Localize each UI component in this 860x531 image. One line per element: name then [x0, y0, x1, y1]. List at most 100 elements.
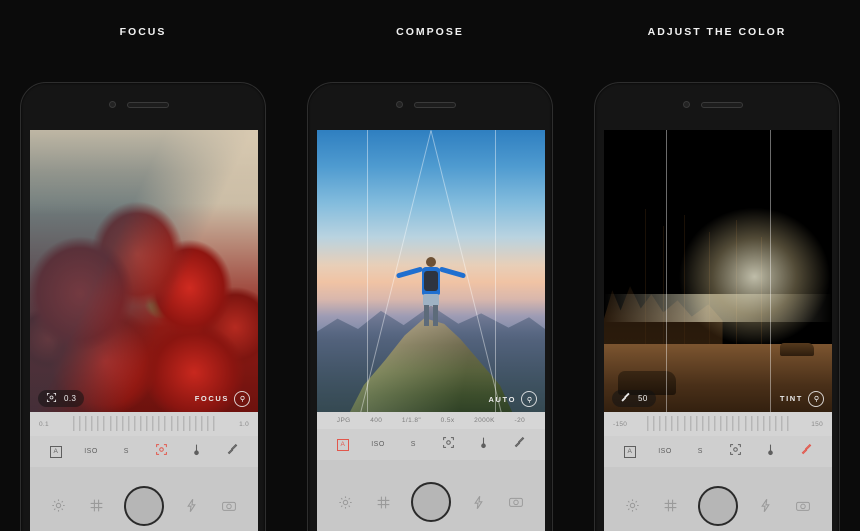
tool-white-balance[interactable] [474, 436, 494, 454]
panel-caption: ADJUST THE COLOR [647, 26, 787, 38]
front-camera-icon [683, 101, 690, 108]
settings-gear-icon[interactable] [623, 496, 643, 516]
tint-value: 50 [638, 394, 648, 403]
phone-screen: AUTO JPG 400 1/1.8" 0.5x 2000K -20 A ISO… [317, 130, 545, 531]
hud-mode-label: AUTO [488, 394, 516, 404]
eyedropper-icon [620, 390, 631, 408]
auto-mode-icon: A [49, 445, 62, 458]
slider-max-label: 1.0 [239, 420, 249, 428]
slider-ticks [73, 416, 215, 432]
shutter-button[interactable] [697, 485, 738, 526]
tool-tint[interactable] [222, 443, 242, 461]
panel-caption: COMPOSE [396, 26, 464, 38]
tool-iso[interactable]: ISO [368, 436, 388, 454]
panel-compose: COMPOSE AUTO JPG 400 1/1.8" 0.5x 2000K -… [287, 0, 573, 531]
phone-mockup: 0.3 FOCUS 0.1 1.0 A ISO S [20, 82, 266, 531]
camera-flip-icon[interactable] [506, 492, 526, 512]
tool-shutter-speed[interactable]: S [403, 436, 423, 454]
camera-flip-icon[interactable] [793, 496, 813, 516]
shutter-button[interactable] [410, 482, 451, 522]
hud-mode-group[interactable]: TINT [780, 390, 824, 407]
hud-badge-icon[interactable] [521, 391, 537, 407]
tool-shutter-speed[interactable]: S [690, 443, 710, 461]
bottom-bar [30, 467, 258, 531]
status-shutter: 1/1.8" [401, 417, 422, 424]
tool-focus[interactable] [152, 443, 172, 461]
hud-mode-group[interactable]: FOCUS [195, 390, 250, 407]
grid-icon[interactable] [86, 496, 106, 516]
viewfinder[interactable]: 0.3 FOCUS [30, 130, 258, 412]
tool-row: A ISO S [317, 429, 545, 460]
photo-strawberries-in-hands [30, 130, 258, 412]
status-zoom: 0.5x [440, 417, 455, 424]
settings-gear-icon[interactable] [49, 496, 69, 516]
viewfinder[interactable]: 50 TINT [604, 130, 832, 412]
hud-badge-icon[interactable] [234, 390, 250, 407]
status-tint: -20 [514, 417, 526, 424]
phone-screen: 0.3 FOCUS 0.1 1.0 A ISO S [30, 130, 258, 531]
shutter-button[interactable] [123, 485, 164, 526]
tool-white-balance[interactable] [761, 443, 781, 461]
tool-tint[interactable] [796, 443, 816, 461]
focus-value-pill[interactable]: 0.3 [38, 390, 85, 408]
grid-icon[interactable] [373, 492, 393, 512]
focus-slider[interactable]: 0.1 1.0 [30, 412, 258, 436]
thermometer-icon [477, 436, 490, 454]
iso-label: ISO [658, 448, 672, 455]
tool-row: A ISO S [604, 436, 832, 467]
phone-mockup: 50 TINT -150 150 A ISO S [594, 82, 840, 531]
tool-focus[interactable] [726, 443, 746, 461]
slider-min-label: -150 [613, 420, 628, 428]
hud-mode-group[interactable]: AUTO [488, 391, 537, 407]
slider-ticks [647, 416, 789, 432]
tool-white-balance[interactable] [187, 443, 207, 461]
shutter-speed-label: S [410, 441, 416, 448]
viewfinder[interactable]: AUTO [317, 130, 545, 412]
tint-value-pill[interactable]: 50 [612, 390, 656, 407]
flash-icon[interactable] [469, 492, 489, 512]
settings-gear-icon[interactable] [336, 492, 356, 512]
focus-brackets-icon [46, 390, 57, 408]
tool-auto-mode[interactable]: A [620, 443, 640, 461]
tool-iso[interactable]: ISO [655, 443, 675, 461]
photo-hiker-on-summit [317, 130, 545, 412]
focus-value: 0.3 [64, 394, 77, 403]
tool-shutter-speed[interactable]: S [116, 443, 136, 461]
flash-icon[interactable] [182, 496, 202, 516]
slider-max-label: 150 [811, 420, 823, 428]
bottom-bar [317, 460, 545, 531]
photo-golden-hour-street [604, 130, 832, 412]
screenshot-stage: FOCUS 0.3 FOCUS 0.1 1.0 A ISO S COMPOSE … [0, 0, 860, 531]
bottom-bar [604, 467, 832, 531]
hiker-figure [394, 257, 468, 327]
tool-iso[interactable]: ISO [81, 443, 101, 461]
earpiece-speaker-icon [701, 102, 743, 108]
earpiece-speaker-icon [127, 102, 169, 108]
grid-icon[interactable] [660, 496, 680, 516]
tool-tint[interactable] [509, 436, 529, 454]
slider-min-label: 0.1 [39, 420, 49, 428]
tool-auto-mode[interactable]: A [46, 443, 66, 461]
iso-label: ISO [84, 448, 98, 455]
panel-adjust-the-color: ADJUST THE COLOR 50 TINT -150 150 A ISO … [574, 0, 860, 531]
panel-caption: FOCUS [119, 26, 167, 38]
earpiece-speaker-icon [414, 102, 456, 108]
tool-row: A ISO S [30, 436, 258, 467]
front-camera-icon [396, 101, 403, 108]
hud-badge-icon[interactable] [808, 390, 824, 407]
focus-brackets-icon [442, 436, 455, 454]
front-camera-icon [109, 101, 116, 108]
auto-mode-icon: A [623, 445, 636, 458]
phone-bezel-top [21, 83, 265, 130]
thermometer-icon [190, 443, 203, 461]
phone-bezel-top [595, 83, 839, 130]
eyedropper-icon [226, 443, 239, 461]
hud-overlay: 50 TINT [604, 390, 832, 407]
tool-focus[interactable] [439, 436, 459, 454]
focus-brackets-icon [155, 443, 168, 461]
camera-flip-icon[interactable] [219, 496, 239, 516]
tint-slider[interactable]: -150 150 [604, 412, 832, 436]
tool-auto-mode[interactable]: A [333, 436, 353, 454]
flash-icon[interactable] [756, 496, 776, 516]
eyedropper-icon [800, 443, 813, 461]
